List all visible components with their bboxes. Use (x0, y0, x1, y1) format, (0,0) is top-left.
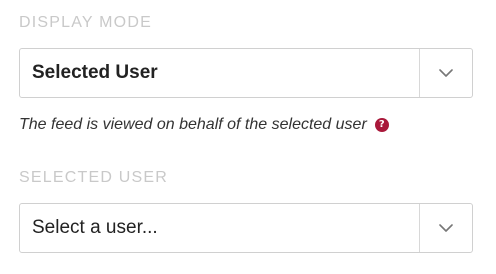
chevron-down-icon (439, 68, 453, 77)
display-mode-help: The feed is viewed on behalf of the sele… (19, 114, 389, 136)
display-mode-value: Selected User (32, 62, 158, 83)
display-mode-help-text: The feed is viewed on behalf of the sele… (19, 116, 367, 133)
display-mode-dropdown-toggle[interactable] (420, 49, 472, 97)
display-settings-panel: DISPLAY MODE Selected User The feed is v… (0, 0, 496, 274)
display-mode-select[interactable]: Selected User (19, 48, 473, 98)
selected-user-label: SELECTED USER (19, 169, 168, 186)
chevron-down-icon (439, 223, 453, 232)
selected-user-placeholder: Select a user... (32, 217, 158, 238)
question-circle-icon[interactable]: ? (374, 118, 389, 132)
selected-user-dropdown-toggle[interactable] (420, 204, 472, 252)
display-mode-label: DISPLAY MODE (19, 14, 152, 31)
selected-user-select[interactable]: Select a user... (19, 203, 473, 253)
